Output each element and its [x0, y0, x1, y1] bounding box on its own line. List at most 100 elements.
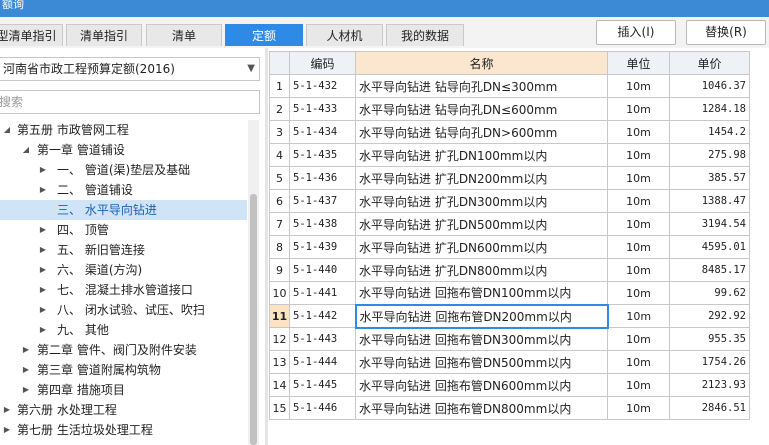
unit-cell[interactable]: 10m — [607, 350, 670, 374]
panel-splitter[interactable] — [265, 48, 268, 445]
table-row[interactable]: 7 5-1-438 水平导向钻进 扩孔DN500mm以内 10m 3194.54 — [269, 212, 750, 236]
tree-item-chapter1[interactable]: ◢ 第一章 管道铺设 — [0, 140, 247, 160]
table-row[interactable]: 3 5-1-434 水平导向钻进 钻导向孔DN>600mm 10m 1454.2 — [269, 120, 750, 144]
tab-labor-material-machine[interactable]: 人材机 — [306, 24, 383, 46]
price-cell[interactable]: 292.92 — [669, 304, 750, 328]
code-cell[interactable]: 5-1-443 — [289, 327, 356, 351]
code-cell[interactable]: 5-1-440 — [289, 258, 356, 282]
scrollbar-thumb[interactable] — [250, 194, 257, 445]
tree-item-section1[interactable]: ▶ 一、 管道(渠)垫层及基础 — [0, 160, 247, 180]
name-column-header[interactable]: 名称 — [355, 51, 608, 75]
tree-item-section2[interactable]: ▶ 二、 管道铺设 — [0, 180, 247, 200]
tree-item-section4[interactable]: ▶ 四、 顶管 — [0, 220, 247, 240]
name-cell[interactable]: 水平导向钻进 回拖布管DN600mm以内 — [355, 373, 608, 397]
price-cell[interactable]: 1754.26 — [669, 350, 750, 374]
unit-cell[interactable]: 10m — [607, 166, 670, 190]
search-input[interactable] — [0, 92, 249, 112]
code-cell[interactable]: 5-1-439 — [289, 235, 356, 259]
unit-cell[interactable]: 10m — [607, 212, 670, 236]
table-row[interactable]: 2 5-1-433 水平导向钻进 钻导向孔DN≤600mm 10m 1284.18 — [269, 97, 750, 121]
code-column-header[interactable]: 编码 — [289, 51, 356, 75]
tree-item-section8[interactable]: ▶ 八、 闭水试验、试压、吹扫 — [0, 300, 247, 320]
tree-scrollbar[interactable] — [248, 120, 259, 445]
expand-icon[interactable]: ▶ — [38, 280, 48, 300]
expand-icon[interactable]: ▶ — [38, 180, 48, 200]
unit-cell[interactable]: 10m — [607, 373, 670, 397]
code-cell[interactable]: 5-1-434 — [289, 120, 356, 144]
tab-model-list-guide[interactable]: 型清单指引 — [0, 24, 63, 46]
tree-item-book7[interactable]: ▶ 第七册 生活垃圾处理工程 — [0, 420, 247, 440]
price-cell[interactable]: 275.98 — [669, 143, 750, 167]
table-row[interactable]: 12 5-1-443 水平导向钻进 回拖布管DN300mm以内 10m 955.35 — [269, 327, 750, 351]
price-cell[interactable]: 1284.18 — [669, 97, 750, 121]
code-cell[interactable]: 5-1-444 — [289, 350, 356, 374]
name-cell[interactable]: 水平导向钻进 回拖布管DN100mm以内 — [355, 281, 608, 305]
unit-cell[interactable]: 10m — [607, 97, 670, 121]
unit-cell[interactable]: 10m — [607, 304, 670, 328]
tab-list[interactable]: 清单 — [146, 24, 222, 46]
price-cell[interactable]: 99.62 — [669, 281, 750, 305]
name-cell-focused[interactable]: 水平导向钻进 回拖布管DN200mm以内 — [354, 303, 609, 329]
unit-cell[interactable]: 10m — [607, 74, 670, 98]
table-row[interactable]: 15 5-1-446 水平导向钻进 回拖布管DN800mm以内 10m 2846.51 — [269, 396, 750, 420]
name-cell[interactable]: 水平导向钻进 回拖布管DN800mm以内 — [355, 396, 608, 420]
expand-icon[interactable]: ▶ — [38, 240, 48, 260]
expand-icon[interactable]: ▶ — [21, 340, 31, 360]
expand-icon[interactable]: ▶ — [38, 220, 48, 240]
tree-item-section9[interactable]: ▶ 九、 其他 — [0, 320, 247, 340]
tree-item-chapter3[interactable]: ▶ 第三章 管道附属构筑物 — [0, 360, 247, 380]
price-cell[interactable]: 1454.2 — [669, 120, 750, 144]
name-cell[interactable]: 水平导向钻进 扩孔DN300mm以内 — [355, 189, 608, 213]
name-cell[interactable]: 水平导向钻进 回拖布管DN300mm以内 — [355, 327, 608, 351]
expand-icon[interactable]: ▶ — [21, 380, 31, 400]
tree-item-book6[interactable]: ▶ 第六册 水处理工程 — [0, 400, 247, 420]
replace-button[interactable]: 替换(R) — [686, 20, 766, 45]
tree-item-chapter2[interactable]: ▶ 第二章 管件、阀门及附件安装 — [0, 340, 247, 360]
unit-cell[interactable]: 10m — [607, 258, 670, 282]
name-cell[interactable]: 水平导向钻进 扩孔DN600mm以内 — [355, 235, 608, 259]
unit-cell[interactable]: 10m — [607, 396, 670, 420]
price-cell[interactable]: 955.35 — [669, 327, 750, 351]
tab-my-data[interactable]: 我的数据 — [386, 24, 464, 46]
collapse-icon[interactable]: ◢ — [21, 140, 31, 160]
tab-list-guide[interactable]: 清单指引 — [66, 24, 142, 46]
unit-cell[interactable]: 10m — [607, 120, 670, 144]
price-cell[interactable]: 1046.37 — [669, 74, 750, 98]
tree-item-section7[interactable]: ▶ 七、 混凝土排水管道接口 — [0, 280, 247, 300]
tree-item-section5[interactable]: ▶ 五、 新旧管连接 — [0, 240, 247, 260]
search-box[interactable] — [0, 90, 260, 114]
name-cell[interactable]: 水平导向钻进 扩孔DN100mm以内 — [355, 143, 608, 167]
price-column-header[interactable]: 单价 — [669, 51, 750, 75]
name-cell[interactable]: 水平导向钻进 回拖布管DN500mm以内 — [355, 350, 608, 374]
table-row[interactable]: 4 5-1-435 水平导向钻进 扩孔DN100mm以内 10m 275.98 — [269, 143, 750, 167]
price-cell[interactable]: 2123.93 — [669, 373, 750, 397]
price-cell[interactable]: 2846.51 — [669, 396, 750, 420]
unit-cell[interactable]: 10m — [607, 327, 670, 351]
tab-quota[interactable]: 定额 — [225, 24, 303, 46]
code-cell[interactable]: 5-1-432 — [289, 74, 356, 98]
name-cell[interactable]: 水平导向钻进 钻导向孔DN≤600mm — [355, 97, 608, 121]
table-row[interactable]: 1 5-1-432 水平导向钻进 钻导向孔DN≤300mm 10m 1046.37 — [269, 74, 750, 98]
unit-column-header[interactable]: 单位 — [607, 51, 670, 75]
collapse-icon[interactable]: ◢ — [2, 120, 12, 140]
price-cell[interactable]: 3194.54 — [669, 212, 750, 236]
name-cell[interactable]: 水平导向钻进 扩孔DN500mm以内 — [355, 212, 608, 236]
tree-item-section3[interactable]: 三、 水平导向钻进 — [0, 200, 247, 220]
expand-icon[interactable]: ▶ — [38, 260, 48, 280]
expand-icon[interactable]: ▶ — [38, 320, 48, 340]
expand-icon[interactable]: ▶ — [38, 300, 48, 320]
price-cell[interactable]: 1388.47 — [669, 189, 750, 213]
table-row[interactable]: 8 5-1-439 水平导向钻进 扩孔DN600mm以内 10m 4595.01 — [269, 235, 750, 259]
insert-button[interactable]: 插入(I) — [596, 20, 676, 45]
code-cell[interactable]: 5-1-441 — [289, 281, 356, 305]
code-cell[interactable]: 5-1-445 — [289, 373, 356, 397]
table-row[interactable]: 5 5-1-436 水平导向钻进 扩孔DN200mm以内 10m 385.57 — [269, 166, 750, 190]
table-row[interactable]: 14 5-1-445 水平导向钻进 回拖布管DN600mm以内 10m 2123.93 — [269, 373, 750, 397]
table-row-active[interactable]: 11 5-1-442 水平导向钻进 回拖布管DN200mm以内 10m 292.92 — [269, 303, 750, 329]
expand-icon[interactable]: ▶ — [21, 360, 31, 380]
code-cell[interactable]: 5-1-436 — [289, 166, 356, 190]
name-cell[interactable]: 水平导向钻进 扩孔DN800mm以内 — [355, 258, 608, 282]
table-row[interactable]: 9 5-1-440 水平导向钻进 扩孔DN800mm以内 10m 8485.17 — [269, 258, 750, 282]
name-cell[interactable]: 水平导向钻进 钻导向孔DN>600mm — [355, 120, 608, 144]
tree-item-section6[interactable]: ▶ 六、 渠道(方沟) — [0, 260, 247, 280]
